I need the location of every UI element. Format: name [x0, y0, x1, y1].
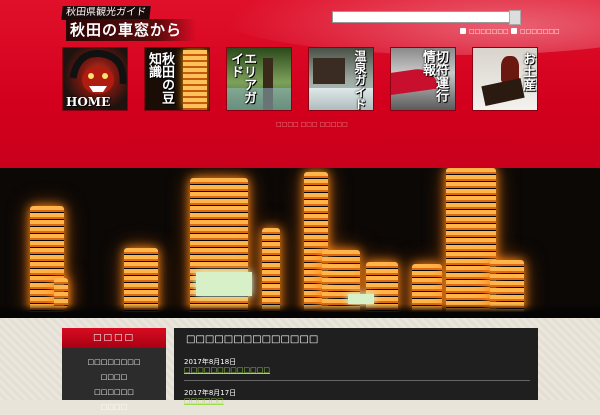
- nav-label-home: HOME: [66, 95, 111, 109]
- nav-label-onsen: 温泉ガイド: [353, 50, 367, 110]
- sidebar-item[interactable]: □□□□□□: [62, 385, 166, 400]
- news-panel: □□□□□□□□□□□□□□ 2017年8月18日 □□□□□□□□□□□□□ …: [174, 328, 538, 405]
- nav-tile-souvenir[interactable]: お土産: [472, 47, 538, 111]
- festival-stall: [348, 294, 374, 304]
- post-link[interactable]: □□□□□□: [184, 397, 224, 405]
- nav-label-souvenir: お土産: [520, 52, 535, 91]
- sitemap-icon: [460, 28, 466, 34]
- logo-subtitle: 秋田県観光ガイド: [61, 6, 151, 20]
- kanto-lantern-image: [183, 50, 207, 110]
- site-logo[interactable]: 秋田県観光ガイド 秋田の車窓から: [58, 5, 198, 41]
- nav-label-train: 切符運行情報: [420, 50, 448, 102]
- logo-title: 秋田の車窓から: [66, 19, 197, 41]
- nav-tile-home[interactable]: HOME: [62, 47, 128, 111]
- onsen-house-image: [313, 58, 345, 84]
- festival-banner-image: [0, 168, 600, 318]
- util-link-label: □□□□□□□: [469, 27, 509, 35]
- nav-tile-onsen[interactable]: 温泉ガイド: [308, 47, 374, 111]
- nav-label-area: エリアガイド: [228, 52, 256, 104]
- nav-tile-area[interactable]: エリアガイド: [226, 47, 292, 111]
- header-footnote: □□□□ □□□ □□□□□: [276, 121, 348, 128]
- sidebar-item[interactable]: □□□□□□□□: [62, 355, 166, 370]
- search-button[interactable]: [509, 10, 521, 25]
- util-link-label: □□□□□□□: [520, 27, 560, 35]
- lantern-pole: [190, 178, 248, 318]
- festival-stall: [196, 272, 252, 296]
- site-header: 秋田県観光ガイド 秋田の車窓から □□□□□□□ □□□□□□□ HOME 秋田…: [0, 0, 600, 168]
- util-link-1[interactable]: □□□□□□□: [460, 26, 509, 36]
- sidebar: □□□□ □□□□□□□□ □□□□ □□□□□□ □□□□: [62, 328, 166, 411]
- divider: [184, 380, 530, 381]
- sidebar-title: □□□□: [62, 328, 166, 348]
- post-link[interactable]: □□□□□□□□□□□□□: [184, 366, 270, 374]
- sidebar-item[interactable]: □□□□: [62, 400, 166, 415]
- lacquer-tray-image: [481, 78, 525, 106]
- mail-icon: [511, 28, 517, 34]
- lantern-pole: [446, 168, 496, 318]
- news-title: □□□□□□□□□□□□□□: [186, 334, 319, 345]
- nav-tile-trivia[interactable]: 秋田の豆知識: [144, 47, 210, 111]
- nav-tile-train[interactable]: 切符運行情報: [390, 47, 456, 111]
- search-input[interactable]: [332, 11, 510, 23]
- util-link-2[interactable]: □□□□□□□: [511, 26, 560, 36]
- sidebar-item[interactable]: □□□□: [62, 370, 166, 385]
- nav-label-trivia: 秋田の豆知識: [146, 52, 174, 104]
- crowd-silhouette: [0, 304, 600, 318]
- search-form: [332, 10, 521, 25]
- content-area: □□□□ □□□□□□□□ □□□□ □□□□□□ □□□□ □□□□□□□□□…: [0, 318, 600, 411]
